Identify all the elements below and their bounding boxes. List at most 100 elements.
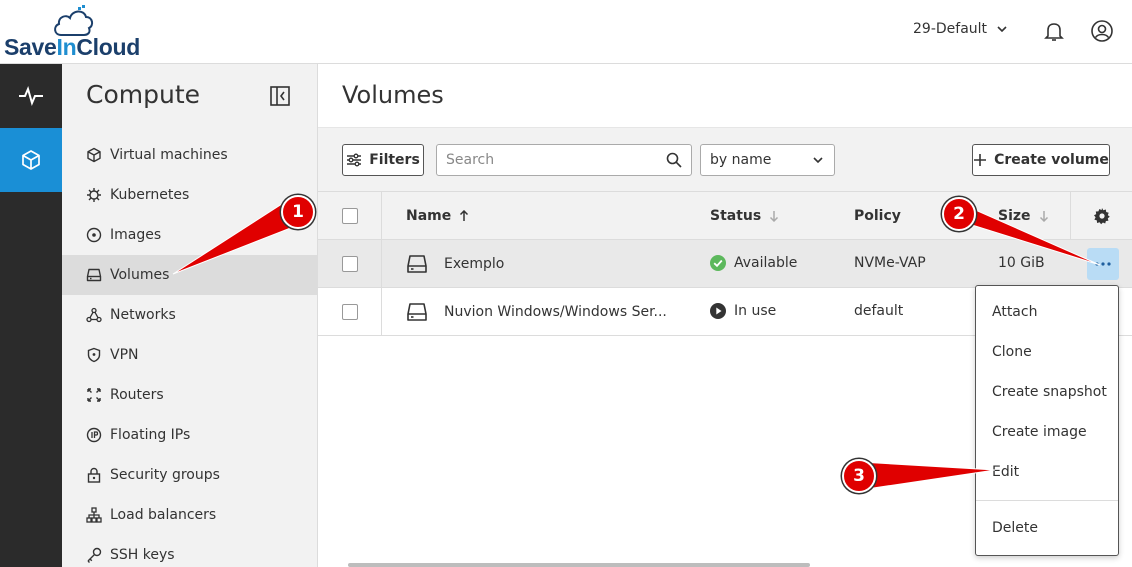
chevron-down-icon <box>813 157 823 164</box>
app-rail <box>0 64 62 567</box>
column-divider <box>381 240 382 287</box>
status-cell: Available <box>710 255 797 271</box>
filters-icon <box>347 153 362 167</box>
row-checkbox[interactable] <box>342 304 358 320</box>
saveincloud-logo[interactable]: SaveInCloud <box>4 4 144 60</box>
ip-icon <box>86 427 102 443</box>
column-label: Policy <box>854 208 901 224</box>
sort-icon <box>770 211 779 222</box>
column-divider <box>381 192 382 239</box>
status-text: In use <box>734 303 777 319</box>
sidebar-item-routers[interactable]: Routers <box>62 375 317 415</box>
sidebar-item-label: Floating IPs <box>110 427 191 443</box>
drive-icon <box>407 255 427 273</box>
network-icon <box>86 307 102 323</box>
volumes-toolbar: Filters by name Create volume <box>318 127 1132 192</box>
annotation-badge-3: 3 <box>842 459 876 493</box>
kubernetes-icon <box>86 187 102 203</box>
policy-cell: NVMe-VAP <box>854 255 926 271</box>
rail-item-monitoring[interactable] <box>0 64 62 128</box>
menu-item-edit[interactable]: Edit <box>976 452 1118 492</box>
menu-item-create-image[interactable]: Create image <box>976 412 1118 452</box>
size-cell: 10 GiB <box>998 255 1045 271</box>
cloud-logo-icon <box>54 5 94 36</box>
sidebar-item-label: Networks <box>110 307 176 323</box>
sidebar-title: Compute <box>86 80 201 109</box>
search-input[interactable] <box>437 145 647 175</box>
column-label: Name <box>406 208 452 224</box>
sidebar-item-volumes[interactable]: Volumes <box>62 255 317 295</box>
logo-wordmark: SaveInCloud <box>4 34 141 60</box>
menu-item-delete[interactable]: Delete <box>976 508 1118 548</box>
create-volume-button[interactable]: Create volume <box>972 144 1110 176</box>
row-actions-button[interactable] <box>1087 248 1119 280</box>
sort-icon <box>1039 211 1048 222</box>
more-horizontal-icon <box>1095 262 1111 266</box>
page-title: Volumes <box>342 81 444 109</box>
disc-icon <box>86 227 102 243</box>
annotation-badge-1: 1 <box>281 195 315 229</box>
column-header-name[interactable]: Name <box>406 208 469 224</box>
sidebar-item-label: Routers <box>110 387 164 403</box>
filters-button[interactable]: Filters <box>342 144 424 176</box>
select-all-checkbox[interactable] <box>342 208 358 224</box>
row-checkbox[interactable] <box>342 256 358 272</box>
key-icon <box>86 547 102 563</box>
sidebar-item-floating-ips[interactable]: Floating IPs <box>62 415 317 455</box>
environment-label: 29-Default <box>913 21 988 37</box>
sort-ascending-icon <box>460 210 469 221</box>
check-circle-icon <box>710 255 726 271</box>
menu-item-attach[interactable]: Attach <box>976 292 1118 332</box>
menu-item-clone[interactable]: Clone <box>976 332 1118 372</box>
sidebar-item-label: Load balancers <box>110 507 217 523</box>
column-header-size[interactable]: Size <box>998 208 1049 224</box>
sidebar-item-label: VPN <box>110 347 139 363</box>
table-settings-icon[interactable] <box>1070 192 1132 240</box>
cube-icon <box>86 147 102 163</box>
status-text: Available <box>734 255 798 271</box>
rail-item-compute[interactable] <box>0 128 62 192</box>
volume-name-cell: Exemplo <box>406 253 504 275</box>
sidebar-item-kubernetes[interactable]: Kubernetes <box>62 175 317 215</box>
drive-icon <box>407 303 427 321</box>
sidebar-item-label: SSH keys <box>110 547 175 563</box>
user-circle-icon[interactable] <box>1090 19 1114 43</box>
sidebar-item-label: Security groups <box>110 467 220 483</box>
sidebar-item-label: Volumes <box>110 267 170 283</box>
cube-icon <box>22 150 40 170</box>
collapse-sidebar-icon[interactable] <box>269 85 291 107</box>
sidebar-item-images[interactable]: Images <box>62 215 317 255</box>
horizontal-scrollbar[interactable] <box>348 563 810 567</box>
search-box <box>436 144 692 176</box>
sidebar-item-load-balancers[interactable]: Load balancers <box>62 495 317 535</box>
column-header-policy[interactable]: Policy <box>854 208 901 224</box>
sidebar-item-vpn[interactable]: VPN <box>62 335 317 375</box>
volume-name-cell: Nuvion Windows/Windows Ser... <box>406 301 667 323</box>
bell-icon[interactable] <box>1042 19 1066 43</box>
lock-icon <box>86 467 102 483</box>
menu-item-create-snapshot[interactable]: Create snapshot <box>976 372 1118 412</box>
gear-icon <box>1093 208 1110 225</box>
row-actions-menu: Attach Clone Create snapshot Create imag… <box>975 285 1119 556</box>
sidebar-item-label: Images <box>110 227 162 243</box>
sidebar-item-ssh-keys[interactable]: SSH keys <box>62 535 317 567</box>
policy-cell: default <box>854 303 904 319</box>
sidebar-item-networks[interactable]: Networks <box>62 295 317 335</box>
search-icon[interactable] <box>666 152 682 172</box>
column-header-status[interactable]: Status <box>710 208 779 224</box>
sidebar-item-security-groups[interactable]: Security groups <box>62 455 317 495</box>
load-balancer-icon <box>86 507 102 523</box>
sidebar-item-virtual-machines[interactable]: Virtual machines <box>62 135 317 175</box>
table-row[interactable]: Exemplo Available NVMe-VAP 10 GiB <box>318 240 1132 288</box>
create-volume-label: Create volume <box>994 152 1109 168</box>
column-label: Status <box>710 208 762 224</box>
play-circle-icon <box>710 303 726 319</box>
sort-select[interactable]: by name <box>700 144 835 176</box>
environment-select[interactable]: 29-Default <box>913 21 1007 37</box>
annotation-badge-2: 2 <box>942 197 976 231</box>
filters-label: Filters <box>369 152 420 168</box>
status-cell: In use <box>710 303 776 319</box>
sidebar-item-label: Kubernetes <box>110 187 190 203</box>
plus-icon <box>974 154 987 166</box>
volume-name: Exemplo <box>444 256 505 272</box>
